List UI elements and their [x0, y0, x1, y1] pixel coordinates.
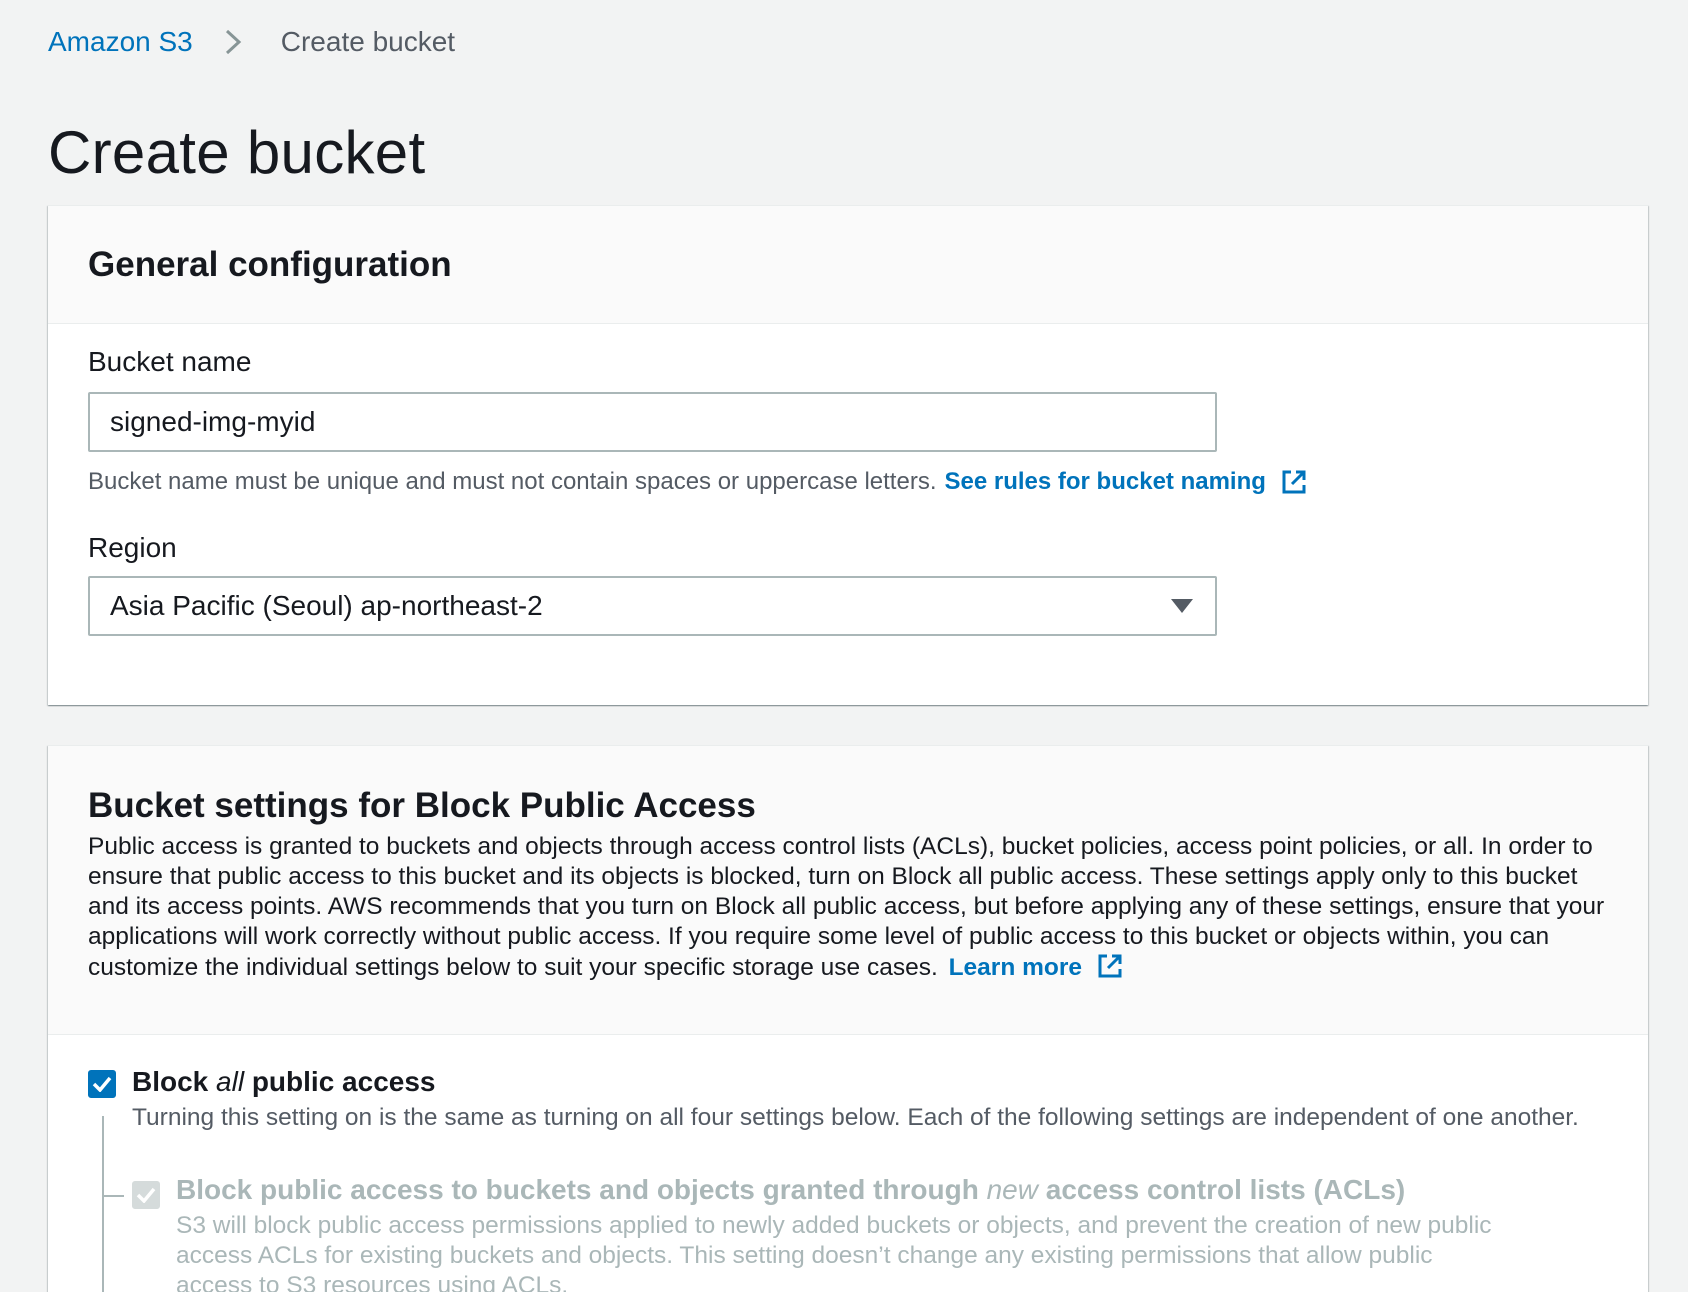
learn-more-link[interactable]: Learn more: [949, 954, 1082, 981]
breadcrumb-current: Create bucket: [280, 26, 456, 57]
block-new-acls-label: Block public access to buckets and objec…: [176, 1174, 1405, 1206]
external-link-icon[interactable]: [1280, 468, 1308, 496]
block-public-access-description: Public access is granted to buckets and …: [88, 832, 1618, 983]
block-public-access-title: Bucket settings for Block Public Access: [88, 786, 756, 825]
block-public-access-description-text: Public access is granted to buckets and …: [88, 833, 1605, 981]
checkmark-icon: [92, 1076, 112, 1092]
block-all-label-pre: Block: [132, 1066, 217, 1097]
bucket-name-hint-text: Bucket name must be unique and must not …: [88, 468, 937, 495]
tree-connector-vertical: [102, 1116, 104, 1292]
general-configuration-panel: General configuration Bucket name Bucket…: [48, 205, 1648, 705]
block-all-public-access-checkbox[interactable]: [88, 1070, 116, 1098]
bucket-name-hint: Bucket name must be unique and must not …: [88, 468, 1308, 496]
page: Amazon S3 Create bucket Create bucket Ge…: [0, 0, 1688, 1292]
block-public-access-panel: Bucket settings for Block Public Access …: [48, 745, 1648, 1292]
region-label: Region: [88, 532, 177, 563]
block-new-acls-label-post: access control lists (ACLs): [1037, 1174, 1406, 1205]
block-all-label-em: all: [216, 1066, 245, 1097]
page-title: Create bucket: [48, 119, 426, 186]
caret-down-icon: [1171, 599, 1193, 613]
block-new-acls-checkbox: [132, 1181, 160, 1209]
breadcrumb-amazon-s3-link[interactable]: Amazon S3: [48, 26, 193, 58]
tree-connector-horizontal: [102, 1195, 124, 1197]
bucket-name-label: Bucket name: [88, 346, 252, 377]
block-new-acls-description: S3 will block public access permissions …: [176, 1212, 1492, 1292]
general-configuration-header: General configuration: [48, 206, 1648, 324]
chevron-right-icon: [225, 29, 241, 55]
block-new-acls-label-pre: Block public access to buckets and objec…: [176, 1174, 987, 1205]
checkmark-icon: [136, 1187, 156, 1203]
external-link-icon[interactable]: [1096, 952, 1124, 980]
bucket-naming-rules-link[interactable]: See rules for bucket naming: [944, 468, 1265, 496]
region-select[interactable]: Asia Pacific (Seoul) ap-northeast-2: [88, 576, 1217, 636]
block-all-label-post: public access: [244, 1066, 436, 1097]
block-all-public-access-description: Turning this setting on is the same as t…: [132, 1104, 1579, 1131]
breadcrumb: Amazon S3 Create bucket: [48, 26, 455, 58]
bucket-name-input[interactable]: [88, 392, 1217, 452]
block-public-access-header: Bucket settings for Block Public Access …: [48, 746, 1648, 1035]
block-all-public-access-label[interactable]: Block all public access: [132, 1066, 435, 1098]
general-configuration-title: General configuration: [88, 244, 452, 284]
block-new-acls-label-em: new: [986, 1174, 1038, 1205]
region-selected-value: Asia Pacific (Seoul) ap-northeast-2: [110, 590, 543, 621]
